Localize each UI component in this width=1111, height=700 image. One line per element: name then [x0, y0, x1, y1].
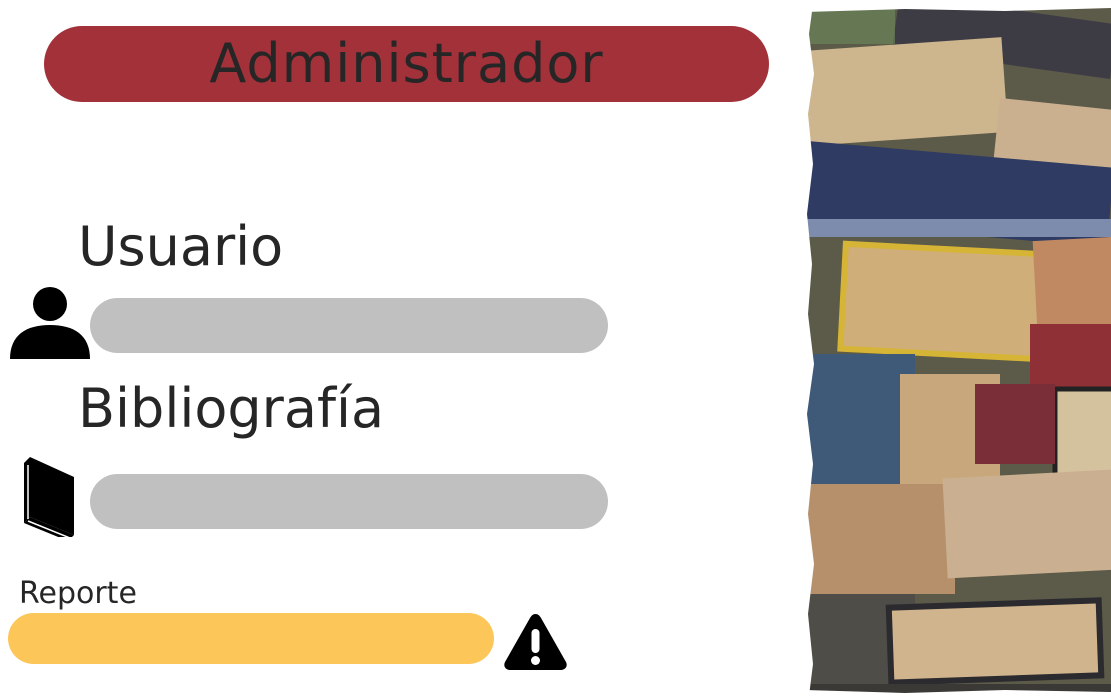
books-illustration [805, 4, 1111, 696]
warning-icon [504, 614, 567, 670]
usuario-label: Usuario [78, 215, 284, 278]
book-icon [24, 457, 74, 537]
page-title: Administrador [209, 32, 604, 95]
books-photo [805, 4, 1111, 696]
header-banner: Administrador [44, 26, 769, 102]
bibliografia-input[interactable] [90, 474, 608, 529]
bibliografia-label: Bibliografía [78, 377, 385, 440]
reporte-input[interactable] [8, 613, 494, 664]
user-icon [10, 287, 90, 359]
usuario-input[interactable] [90, 298, 608, 353]
reporte-label: Reporte [19, 576, 137, 611]
